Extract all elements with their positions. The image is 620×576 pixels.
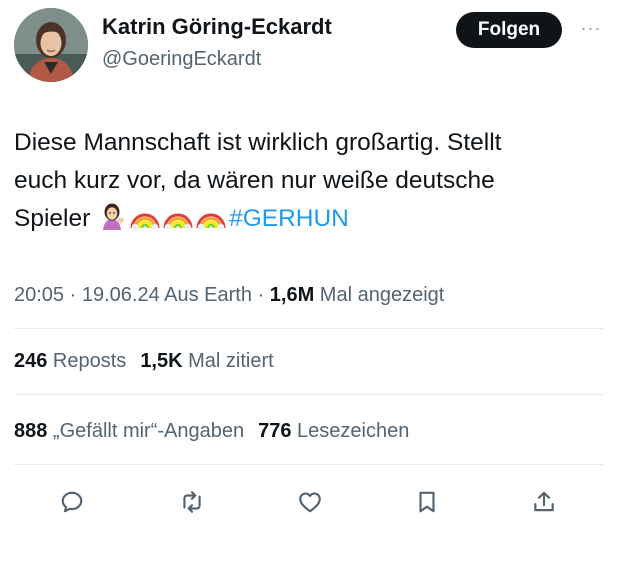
likes-link[interactable]: 888 „Gefällt mir“-Angaben xyxy=(14,420,244,442)
rainbow-icon xyxy=(163,202,193,230)
author-name[interactable]: Katrin Göring-Eckardt xyxy=(102,14,332,40)
more-options-icon[interactable]: ··· xyxy=(576,16,606,40)
tweet-meta: 20:05 · 19.06.24 Aus Earth · 1,6M Mal an… xyxy=(14,284,444,307)
likes-count: 888 xyxy=(14,420,48,442)
follow-button[interactable]: Folgen xyxy=(456,12,562,48)
views-count: 1,6M xyxy=(269,284,315,306)
tweet-source: Aus Earth xyxy=(159,284,252,306)
repost-stats-row: 246 Reposts 1,5K Mal zitiert xyxy=(14,350,274,373)
tweet-text: Diese Mannschaft ist wirklich großartig.… xyxy=(14,124,604,238)
like-stats-row: 888 „Gefällt mir“-Angaben 776 Lesezeichen xyxy=(14,420,409,443)
reposts-label: Reposts xyxy=(47,350,127,372)
tweet-text-line-3: Spieler #GERHUN xyxy=(14,200,604,238)
quotes-count: 1,5K xyxy=(140,350,183,372)
hashtag-link[interactable]: #GERHUN xyxy=(229,205,349,232)
like-icon[interactable] xyxy=(290,482,330,522)
meta-separator: · xyxy=(64,284,82,306)
bookmark-icon[interactable] xyxy=(407,482,447,522)
divider xyxy=(14,464,604,465)
avatar[interactable] xyxy=(14,8,88,82)
rainbow-icon xyxy=(196,202,226,230)
person-tipping-hand-icon xyxy=(97,202,127,230)
tweet-card: Katrin Göring-Eckardt @GoeringEckardt Fo… xyxy=(0,0,620,576)
likes-label: „Gefällt mir“-Angaben xyxy=(47,420,245,442)
share-icon[interactable] xyxy=(524,482,564,522)
reply-icon[interactable] xyxy=(52,482,92,522)
action-bar xyxy=(0,482,620,522)
divider xyxy=(14,394,604,395)
views-label: Mal angezeigt xyxy=(314,284,445,306)
rainbow-icon xyxy=(130,202,160,230)
bookmarks-label: Lesezeichen xyxy=(291,420,410,442)
bookmarks-count: 776 xyxy=(258,420,292,442)
quotes-label: Mal zitiert xyxy=(182,350,274,372)
quotes-link[interactable]: 1,5K Mal zitiert xyxy=(140,350,273,372)
divider xyxy=(14,328,604,329)
reposts-link[interactable]: 246 Reposts xyxy=(14,350,126,372)
reposts-count: 246 xyxy=(14,350,48,372)
tweet-text-line-2: euch kurz vor, da wären nur weiße deutsc… xyxy=(14,167,495,194)
tweet-text-line-1: Diese Mannschaft ist wirklich großartig.… xyxy=(14,129,502,156)
profile-photo-icon xyxy=(14,8,88,82)
tweet-text-line-3-words: Spieler xyxy=(14,205,91,232)
repost-icon[interactable] xyxy=(172,482,212,522)
tweet-date[interactable]: 19.06.24 xyxy=(82,284,160,306)
meta-separator: · xyxy=(251,284,270,306)
author-handle[interactable]: @GoeringEckardt xyxy=(102,48,261,71)
tweet-time[interactable]: 20:05 xyxy=(14,284,64,306)
bookmarks-link[interactable]: 776 Lesezeichen xyxy=(258,420,409,442)
